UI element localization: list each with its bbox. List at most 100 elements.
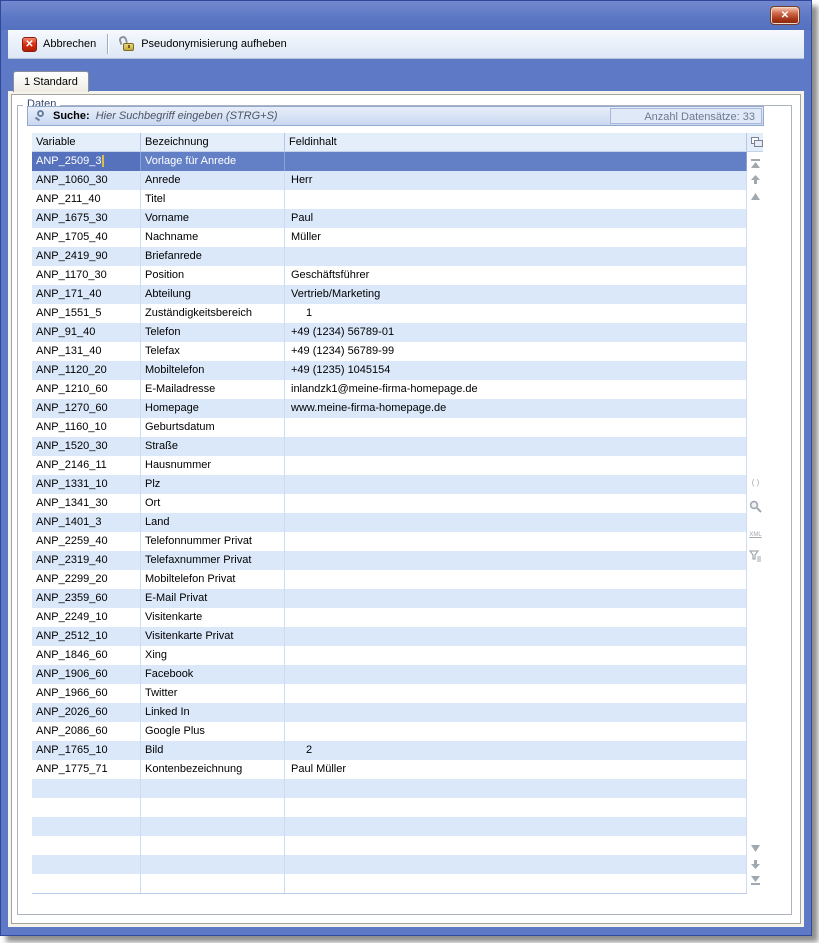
cell-variable[interactable]: ANP_1675_30 [32,209,141,228]
column-header-feldinhalt[interactable]: Feldinhalt [285,133,747,151]
table-row[interactable]: ANP_2086_60Google Plus [32,722,747,741]
search-bar[interactable]: Suche: Hier Suchbegriff eingeben (STRG+S… [27,106,764,126]
cell-variable[interactable]: ANP_1551_5 [32,304,141,323]
scroll-top-icon[interactable] [749,157,762,169]
scroll-bottom-icon[interactable] [749,874,762,886]
column-header-variable[interactable]: Variable [32,133,141,151]
cell-bezeichnung[interactable]: Linked In [141,703,285,722]
cell-bezeichnung[interactable]: Twitter [141,684,285,703]
cell-feldinhalt[interactable] [285,684,747,703]
table-row[interactable]: ANP_1551_5Zuständigkeitsbereich1 [32,304,747,323]
table-row[interactable]: ANP_1675_30VornamePaul [32,209,747,228]
cell-variable[interactable]: ANP_171_40 [32,285,141,304]
cell-bezeichnung[interactable]: Vorname [141,209,285,228]
cell-feldinhalt[interactable]: www.meine-firma-homepage.de [285,399,747,418]
cell-variable[interactable]: ANP_2299_20 [32,570,141,589]
column-chooser-button[interactable] [747,133,763,151]
table-row[interactable]: ANP_1705_40NachnameMüller [32,228,747,247]
empty-cell[interactable] [32,798,141,817]
cell-feldinhalt[interactable] [285,247,747,266]
cell-bezeichnung[interactable]: E-Mailadresse [141,380,285,399]
empty-cell[interactable] [285,836,747,855]
cell-variable[interactable]: ANP_1765_10 [32,741,141,760]
table-row[interactable]: ANP_2249_10Visitenkarte [32,608,747,627]
table-row[interactable]: ANP_1966_60Twitter [32,684,747,703]
cell-variable[interactable]: ANP_2026_60 [32,703,141,722]
cell-variable[interactable]: ANP_2086_60 [32,722,141,741]
expression-icon[interactable]: ( ) [747,478,764,488]
filter-icon[interactable] [749,550,762,562]
cell-variable[interactable]: ANP_1705_40 [32,228,141,247]
table-row[interactable]: ANP_2359_60E-Mail Privat [32,589,747,608]
cell-feldinhalt[interactable] [285,437,747,456]
cell-feldinhalt[interactable]: Müller [285,228,747,247]
cell-variable[interactable]: ANP_211_40 [32,190,141,209]
xml-icon[interactable]: XML [747,530,764,540]
cell-bezeichnung[interactable]: Abteilung [141,285,285,304]
cell-bezeichnung[interactable]: Geburtsdatum [141,418,285,437]
cell-variable[interactable]: ANP_1966_60 [32,684,141,703]
cell-feldinhalt[interactable] [285,532,747,551]
table-row[interactable]: ANP_2419_90Briefanrede [32,247,747,266]
table-row[interactable]: ANP_131_40Telefax+49 (1234) 56789-99 [32,342,747,361]
empty-cell[interactable] [285,874,747,893]
scroll-page-up-icon[interactable] [749,173,762,185]
cell-feldinhalt[interactable]: Herr [285,171,747,190]
cell-bezeichnung[interactable]: Nachname [141,228,285,247]
empty-cell[interactable] [141,836,285,855]
cell-feldinhalt[interactable] [285,665,747,684]
cell-bezeichnung[interactable]: Hausnummer [141,456,285,475]
table-row[interactable]: ANP_1160_10Geburtsdatum [32,418,747,437]
cell-feldinhalt[interactable]: 1 [285,304,747,323]
cell-bezeichnung[interactable]: Telefon [141,323,285,342]
table-row[interactable]: ANP_2509_3Vorlage für Anrede [32,152,747,171]
empty-cell[interactable] [285,798,747,817]
cell-variable[interactable]: ANP_1120_20 [32,361,141,380]
table-row[interactable]: ANP_1846_60Xing [32,646,747,665]
table-row[interactable]: ANP_2146_11Hausnummer [32,456,747,475]
table-row[interactable]: ANP_2299_20Mobiltelefon Privat [32,570,747,589]
cell-bezeichnung[interactable]: Ort [141,494,285,513]
scroll-page-down-icon[interactable] [749,858,762,870]
table-row[interactable]: ANP_1120_20Mobiltelefon+49 (1235) 104515… [32,361,747,380]
cell-variable[interactable]: ANP_2249_10 [32,608,141,627]
table-row[interactable]: ANP_91_40Telefon+49 (1234) 56789-01 [32,323,747,342]
cell-bezeichnung[interactable]: Google Plus [141,722,285,741]
cell-feldinhalt[interactable] [285,152,747,171]
table-row[interactable]: ANP_1060_30AnredeHerr [32,171,747,190]
empty-cell[interactable] [32,779,141,798]
empty-cell[interactable] [32,817,141,836]
table-row[interactable]: ANP_1775_71KontenbezeichnungPaul Müller [32,760,747,779]
cell-bezeichnung[interactable]: Visitenkarte [141,608,285,627]
cell-bezeichnung[interactable]: Xing [141,646,285,665]
column-header-bezeichnung[interactable]: Bezeichnung [141,133,285,151]
cell-bezeichnung[interactable]: Homepage [141,399,285,418]
cell-feldinhalt[interactable] [285,494,747,513]
table-row[interactable]: ANP_1170_30PositionGeschäftsführer [32,266,747,285]
table-row[interactable]: ANP_2259_40Telefonnummer Privat [32,532,747,551]
cell-feldinhalt[interactable]: Geschäftsführer [285,266,747,285]
table-row[interactable]: ANP_171_40AbteilungVertrieb/Marketing [32,285,747,304]
table-row[interactable]: ANP_2319_40Telefaxnummer Privat [32,551,747,570]
cell-variable[interactable]: ANP_91_40 [32,323,141,342]
cell-variable[interactable]: ANP_2512_10 [32,627,141,646]
cell-feldinhalt[interactable] [285,722,747,741]
unpseudonymize-button[interactable]: Pseudonymisierung aufheben [110,32,296,56]
cell-feldinhalt[interactable] [285,475,747,494]
table-row[interactable]: ANP_1520_30Straße [32,437,747,456]
scroll-down-icon[interactable] [749,842,762,854]
empty-cell[interactable] [32,836,141,855]
cancel-button[interactable]: ✕ Abbrechen [13,32,105,56]
cell-bezeichnung[interactable]: Titel [141,190,285,209]
table-row[interactable]: ANP_1270_60Homepagewww.meine-firma-homep… [32,399,747,418]
table-row[interactable]: ANP_1906_60Facebook [32,665,747,684]
empty-cell[interactable] [285,855,747,874]
table-row[interactable]: ANP_1331_10Plz [32,475,747,494]
cell-variable[interactable]: ANP_1775_71 [32,760,141,779]
cell-feldinhalt[interactable]: +49 (1235) 1045154 [285,361,747,380]
cell-variable[interactable]: ANP_2146_11 [32,456,141,475]
cell-bezeichnung[interactable]: Position [141,266,285,285]
cell-bezeichnung[interactable]: Visitenkarte Privat [141,627,285,646]
cell-bezeichnung[interactable]: Telefaxnummer Privat [141,551,285,570]
cell-variable[interactable]: ANP_2319_40 [32,551,141,570]
